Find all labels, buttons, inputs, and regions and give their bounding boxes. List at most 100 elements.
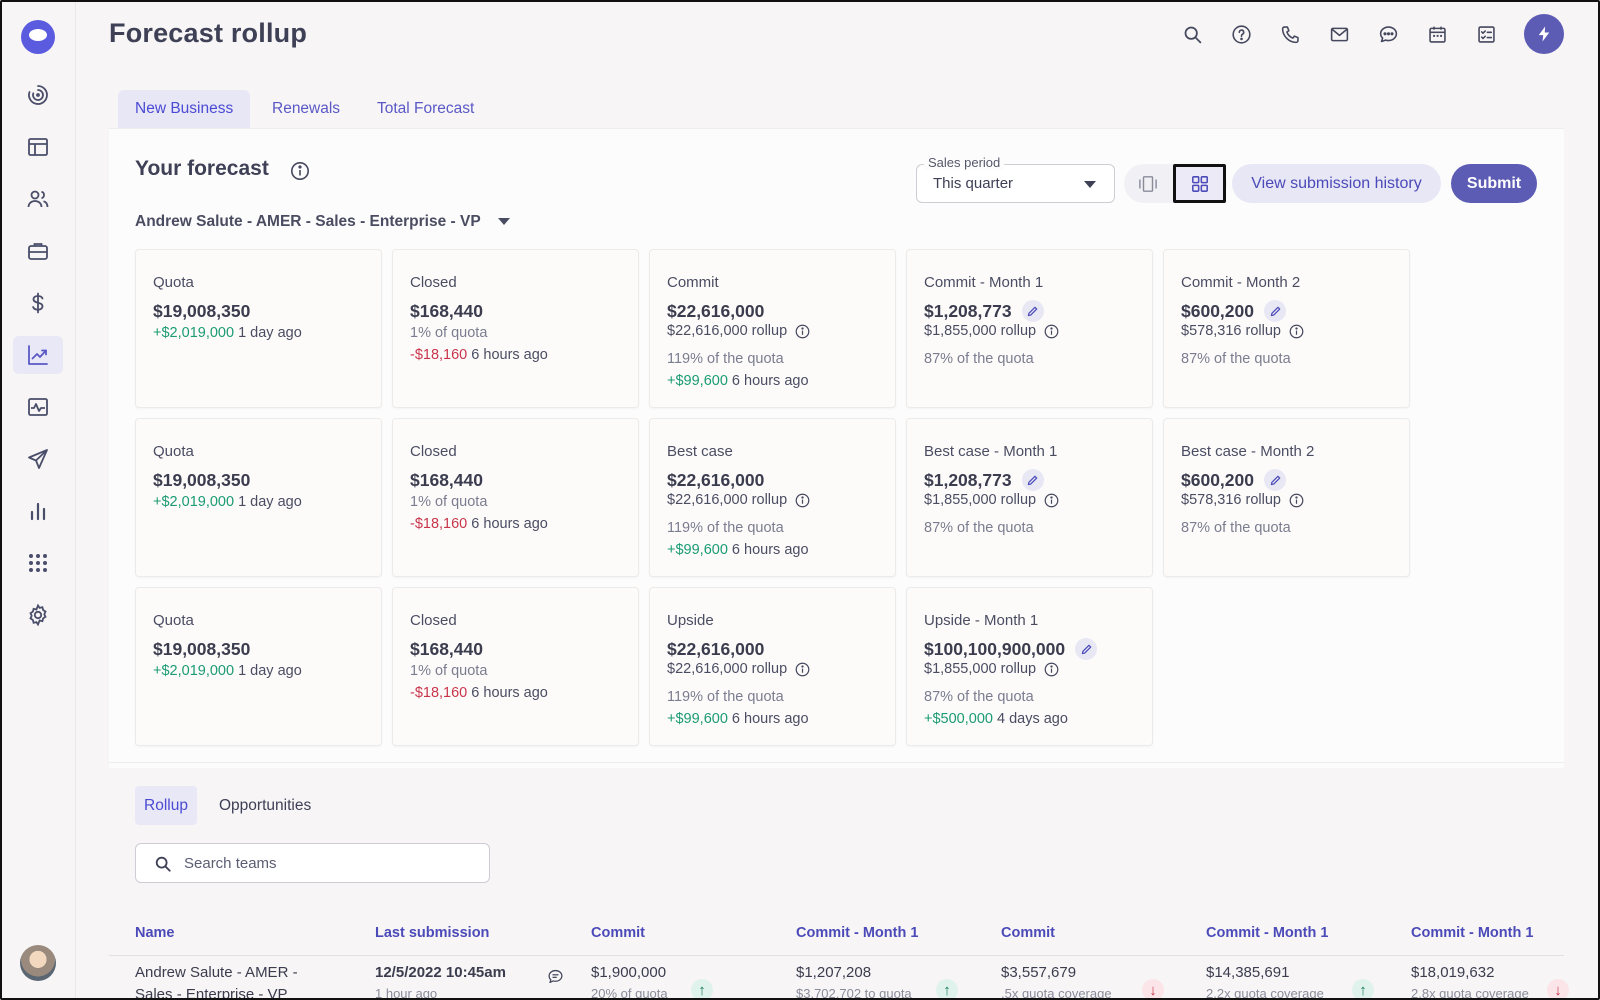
send-icon bbox=[28, 449, 48, 469]
card-title: Quota bbox=[153, 443, 194, 460]
info-icon[interactable] bbox=[1044, 493, 1059, 508]
search-icon bbox=[155, 856, 171, 872]
forecast-card-quota: Quota $19,008,350 +$2,019,000 1 day ago bbox=[135, 587, 382, 746]
column-header-last-submission[interactable]: Last submission bbox=[375, 925, 489, 941]
sidebar-item-people[interactable] bbox=[13, 180, 63, 218]
card-value: $1,208,773 bbox=[924, 469, 1012, 490]
card-value: $168,440 bbox=[410, 300, 483, 321]
row-name[interactable]: Andrew Salute - AMER - bbox=[135, 964, 298, 981]
tasks-button[interactable] bbox=[1470, 18, 1502, 50]
info-icon[interactable] bbox=[795, 662, 810, 677]
info-icon[interactable] bbox=[290, 161, 310, 181]
card-title: Quota bbox=[153, 612, 194, 629]
subtab-rollup[interactable]: Rollup bbox=[135, 786, 197, 825]
card-rollup-label: rollup bbox=[751, 492, 788, 508]
layout-icon bbox=[28, 138, 48, 156]
info-icon[interactable] bbox=[795, 324, 810, 339]
sidebar-item-layout[interactable] bbox=[13, 128, 63, 166]
hierarchy-selector[interactable]: Andrew Salute - AMER - Sales - Enterpris… bbox=[135, 213, 481, 231]
card-delta: +$99,600 bbox=[667, 373, 728, 389]
card-delta-time: 6 hours ago bbox=[471, 685, 548, 701]
sidebar-item-engage[interactable] bbox=[13, 440, 63, 478]
forecast-card-closed: Closed $168,440 1% of quota -$18,160 6 h… bbox=[392, 418, 639, 577]
comment-icon[interactable] bbox=[547, 968, 564, 985]
sidebar-item-reports[interactable] bbox=[13, 492, 63, 530]
card-quota-pct: 119% of the quota bbox=[667, 689, 784, 705]
edit-button[interactable] bbox=[1264, 300, 1286, 322]
sidebar-item-activity[interactable] bbox=[13, 388, 63, 426]
sidebar-item-dashboard[interactable] bbox=[13, 76, 63, 114]
card-delta: -$18,160 bbox=[410, 685, 468, 701]
trend-down-icon: ↓ bbox=[1142, 979, 1164, 1000]
tab-new-business[interactable]: New Business bbox=[118, 90, 251, 128]
table-row[interactable]: Andrew Salute - AMER - Sales - Enterpris… bbox=[109, 955, 1569, 1000]
sidebar-item-forecast[interactable] bbox=[13, 336, 63, 374]
card-delta-time: 1 day ago bbox=[238, 663, 302, 679]
help-button[interactable] bbox=[1225, 18, 1257, 50]
bolt-icon bbox=[1538, 26, 1550, 42]
forecast-card-best-case: Best case $22,616,000 $22,616,000 rollup… bbox=[649, 418, 896, 577]
mail-button[interactable] bbox=[1323, 18, 1355, 50]
app-logo-icon[interactable] bbox=[21, 20, 55, 54]
forecast-card-commit-month-2: Commit - Month 2 $600,200 $578,316 rollu… bbox=[1163, 249, 1410, 408]
info-icon[interactable] bbox=[1044, 324, 1059, 339]
column-header-commit[interactable]: Commit bbox=[591, 925, 645, 941]
submit-button[interactable]: Submit bbox=[1451, 164, 1537, 203]
column-header-commit[interactable]: Commit bbox=[1001, 925, 1055, 941]
tab-renewals[interactable]: Renewals bbox=[255, 90, 357, 128]
phone-button[interactable] bbox=[1274, 18, 1306, 50]
grid-view-button[interactable] bbox=[1173, 164, 1226, 203]
column-header-name[interactable]: Name bbox=[135, 925, 175, 941]
search-teams-input[interactable] bbox=[184, 853, 474, 873]
card-delta: +$99,600 bbox=[667, 711, 728, 727]
card-rollup-value: $22,616,000 bbox=[667, 492, 748, 508]
info-icon[interactable] bbox=[795, 493, 810, 508]
carousel-view-icon bbox=[1139, 175, 1157, 192]
section-divider bbox=[109, 762, 1564, 763]
column-header-commit-month-1[interactable]: Commit - Month 1 bbox=[1206, 925, 1328, 941]
pencil-icon bbox=[1027, 475, 1038, 485]
card-change: -$18,160 6 hours ago bbox=[410, 516, 548, 532]
list-view-button[interactable] bbox=[1124, 164, 1172, 203]
sidebar-item-revenue[interactable] bbox=[13, 284, 63, 322]
sidebar-item-briefcase[interactable] bbox=[13, 232, 63, 270]
info-icon[interactable] bbox=[1289, 493, 1304, 508]
sidebar-item-settings[interactable] bbox=[13, 596, 63, 634]
quick-actions-button[interactable] bbox=[1524, 14, 1564, 54]
activity-monitor-icon bbox=[28, 398, 48, 416]
card-title: Upside bbox=[667, 612, 714, 629]
card-delta-time: 4 days ago bbox=[996, 711, 1068, 727]
card-delta: -$18,160 bbox=[410, 347, 468, 363]
info-icon[interactable] bbox=[1289, 324, 1304, 339]
cell-subtext: 2.2x quota coverage bbox=[1206, 986, 1324, 1000]
card-quota-pct: 119% of the quota bbox=[667, 520, 784, 536]
card-rollup-label: rollup bbox=[1245, 492, 1281, 508]
view-submission-history-button[interactable]: View submission history bbox=[1232, 164, 1441, 203]
pencil-icon bbox=[1270, 306, 1280, 316]
cell-subtext: .5x quota coverage bbox=[1001, 986, 1112, 1000]
column-header-commit-month-1[interactable]: Commit - Month 1 bbox=[796, 925, 918, 941]
column-header-commit-month-1[interactable]: Commit - Month 1 bbox=[1411, 925, 1533, 941]
edit-button[interactable] bbox=[1075, 638, 1098, 660]
search-teams-field bbox=[135, 843, 490, 883]
user-avatar[interactable] bbox=[20, 945, 56, 981]
card-value: $168,440 bbox=[410, 469, 483, 490]
people-icon bbox=[27, 190, 49, 208]
cell-value: $14,385,691 bbox=[1206, 964, 1290, 981]
subtab-opportunities[interactable]: Opportunities bbox=[210, 786, 320, 825]
card-value: $100,100,900,000 bbox=[924, 638, 1066, 659]
edit-button[interactable] bbox=[1264, 469, 1286, 491]
hierarchy-caret-down-icon[interactable] bbox=[498, 218, 510, 225]
chat-button[interactable] bbox=[1372, 18, 1404, 50]
info-icon[interactable] bbox=[1044, 662, 1059, 677]
sidebar-item-apps[interactable] bbox=[13, 544, 63, 582]
search-button[interactable] bbox=[1176, 18, 1208, 50]
edit-button[interactable] bbox=[1021, 300, 1044, 322]
edit-button[interactable] bbox=[1021, 469, 1044, 491]
calendar-button[interactable] bbox=[1421, 18, 1453, 50]
card-quota-pct: 87% of the quota bbox=[924, 520, 1034, 536]
tab-total-forecast[interactable]: Total Forecast bbox=[360, 90, 491, 128]
forecast-card-closed: Closed $168,440 1% of quota -$18,160 6 h… bbox=[392, 249, 639, 408]
card-delta-time: 6 hours ago bbox=[731, 542, 809, 558]
search-icon bbox=[1184, 26, 1201, 43]
